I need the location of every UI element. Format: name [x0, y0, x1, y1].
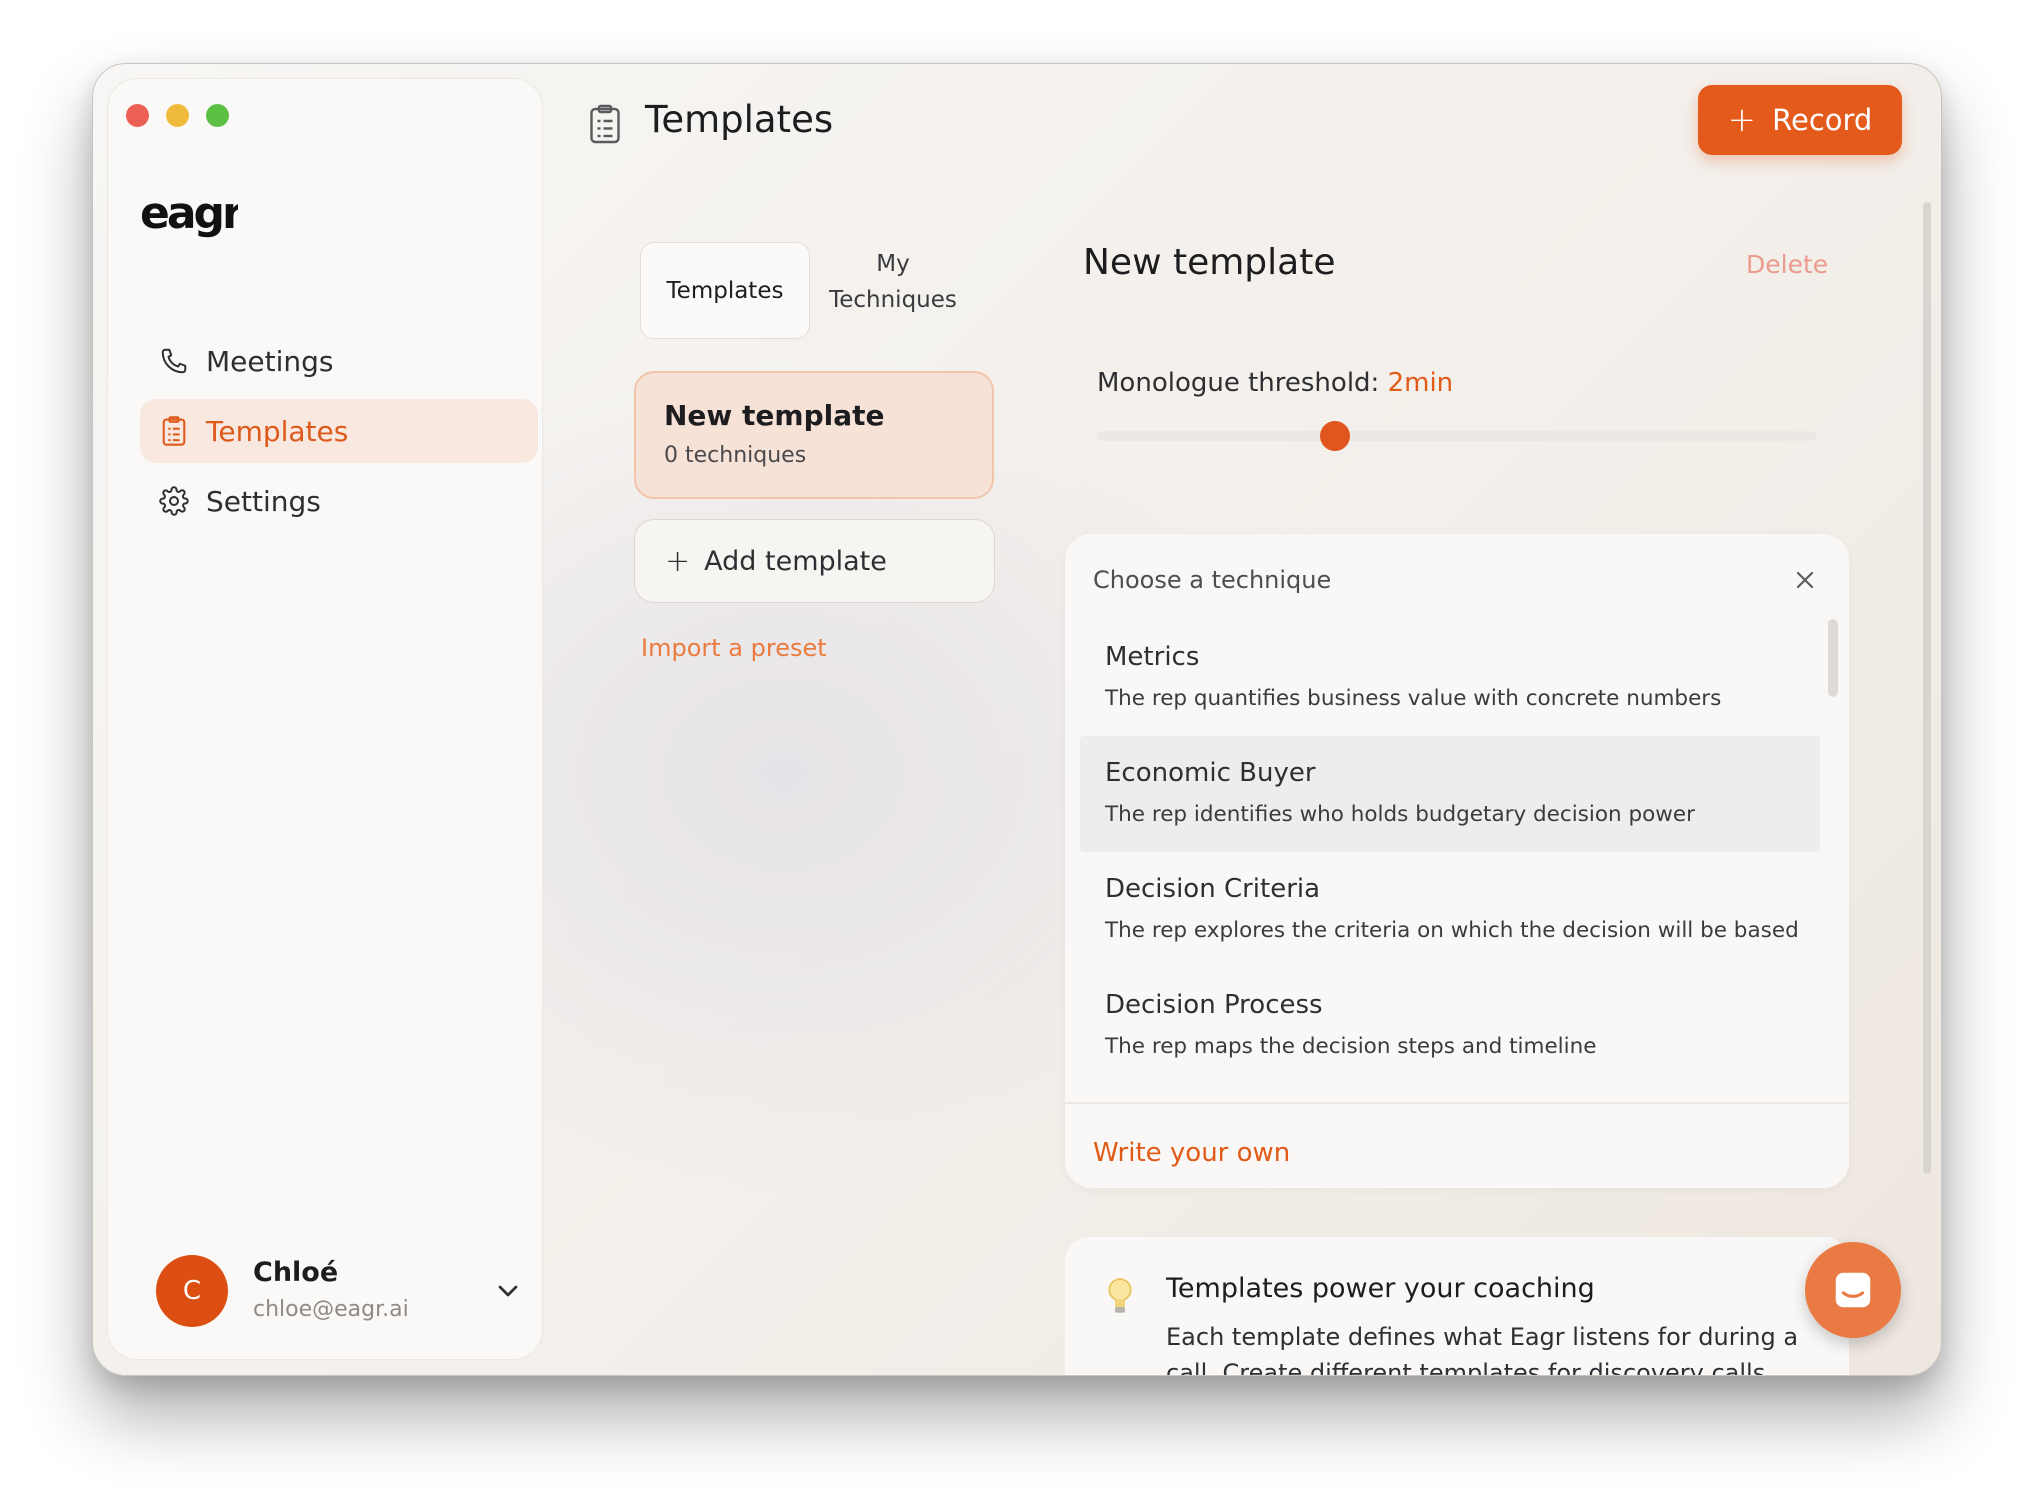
template-card[interactable]: New template 0 techniques: [634, 371, 994, 499]
add-template-button[interactable]: + Add template: [634, 519, 995, 603]
info-title: Templates power your coaching: [1166, 1273, 1595, 1304]
close-icon[interactable]: [1791, 566, 1819, 594]
sidebar-item-label: Settings: [206, 484, 321, 518]
record-button-label: Record: [1772, 103, 1873, 137]
monologue-threshold-label: Monologue threshold: 2min: [1097, 368, 1453, 398]
app-window: eagr. Meetings Templates Settings C Chlo…: [92, 63, 1942, 1376]
monologue-slider-thumb[interactable]: [1319, 421, 1350, 451]
sidebar-item-settings[interactable]: Settings: [140, 469, 538, 533]
plus-icon: +: [1727, 100, 1757, 140]
technique-item-metrics[interactable]: Metrics The rep quantifies business valu…: [1080, 620, 1820, 736]
technique-item-economic-buyer[interactable]: Economic Buyer The rep identifies who ho…: [1080, 736, 1820, 852]
technique-picker: Choose a technique Metrics The rep quant…: [1065, 534, 1849, 1188]
template-technique-count: 0 techniques: [664, 443, 807, 468]
template-name: New template: [664, 399, 885, 432]
import-preset-link[interactable]: Import a preset: [641, 634, 827, 662]
window-scrollbar[interactable]: [1923, 202, 1931, 1174]
record-button[interactable]: + Record: [1698, 85, 1902, 155]
add-template-label: Add template: [704, 545, 887, 577]
technique-picker-heading: Choose a technique: [1093, 566, 1332, 594]
close-window-button[interactable]: [126, 104, 149, 127]
eagr-logo: eagr.: [140, 188, 238, 239]
technique-description: The rep identifies who holds budgetary d…: [1105, 802, 1695, 827]
user-name: Chloé: [253, 1257, 339, 1288]
clipboard-icon: [158, 415, 190, 447]
sidebar: eagr. Meetings Templates Settings C Chlo…: [107, 78, 543, 1360]
chat-icon: [1835, 1272, 1871, 1308]
technique-item-decision-process[interactable]: Decision Process The rep maps the decisi…: [1080, 968, 1820, 1084]
sidebar-item-label: Meetings: [206, 344, 334, 378]
technique-name: Decision Process: [1105, 990, 1323, 1020]
technique-description: The rep quantifies business value with c…: [1105, 686, 1722, 711]
divider: [1065, 1102, 1849, 1104]
info-card: Templates power your coaching Each templ…: [1065, 1237, 1849, 1376]
technique-description: The rep maps the decision steps and time…: [1105, 1034, 1597, 1059]
page-title: Templates: [645, 98, 834, 141]
technique-description: The rep explores the criteria on which t…: [1105, 918, 1799, 943]
avatar: C: [156, 1255, 228, 1327]
chat-button[interactable]: [1805, 1242, 1901, 1338]
tab-templates[interactable]: Templates: [640, 242, 810, 339]
write-your-own-link[interactable]: Write your own: [1093, 1138, 1290, 1168]
chevron-down-icon[interactable]: [492, 1275, 524, 1307]
monologue-threshold-value: 2min: [1387, 368, 1454, 398]
plus-icon: +: [665, 543, 691, 579]
sidebar-item-meetings[interactable]: Meetings: [140, 329, 538, 393]
delete-button[interactable]: Delete: [1746, 250, 1828, 279]
technique-list-scrollbar[interactable]: [1828, 619, 1838, 697]
monologue-threshold-text: Monologue threshold:: [1097, 368, 1380, 398]
technique-name: Decision Criteria: [1105, 874, 1321, 904]
technique-name: Metrics: [1105, 642, 1200, 672]
tab-my-techniques[interactable]: My Techniques: [818, 246, 968, 334]
sidebar-item-templates[interactable]: Templates: [140, 399, 538, 463]
technique-name: Economic Buyer: [1105, 758, 1316, 788]
monologue-slider-track[interactable]: [1097, 431, 1817, 441]
user-email: chloe@eagr.ai: [253, 1297, 409, 1322]
info-body: Each template defines what Eagr listens …: [1166, 1323, 1799, 1376]
clipboard-icon: [590, 104, 620, 144]
technique-item-decision-criteria[interactable]: Decision Criteria The rep explores the c…: [1080, 852, 1820, 968]
gear-icon: [158, 485, 190, 517]
user-menu[interactable]: C Chloé chloe@eagr.ai: [156, 1255, 536, 1335]
eagr-logo-text: eagr.: [140, 188, 238, 239]
phone-icon: [158, 345, 190, 377]
sidebar-item-label: Templates: [206, 414, 349, 448]
minimize-window-button[interactable]: [166, 104, 189, 127]
template-title[interactable]: New template: [1083, 242, 1335, 283]
lightbulb-icon: [1108, 1278, 1132, 1313]
maximize-window-button[interactable]: [206, 104, 229, 127]
